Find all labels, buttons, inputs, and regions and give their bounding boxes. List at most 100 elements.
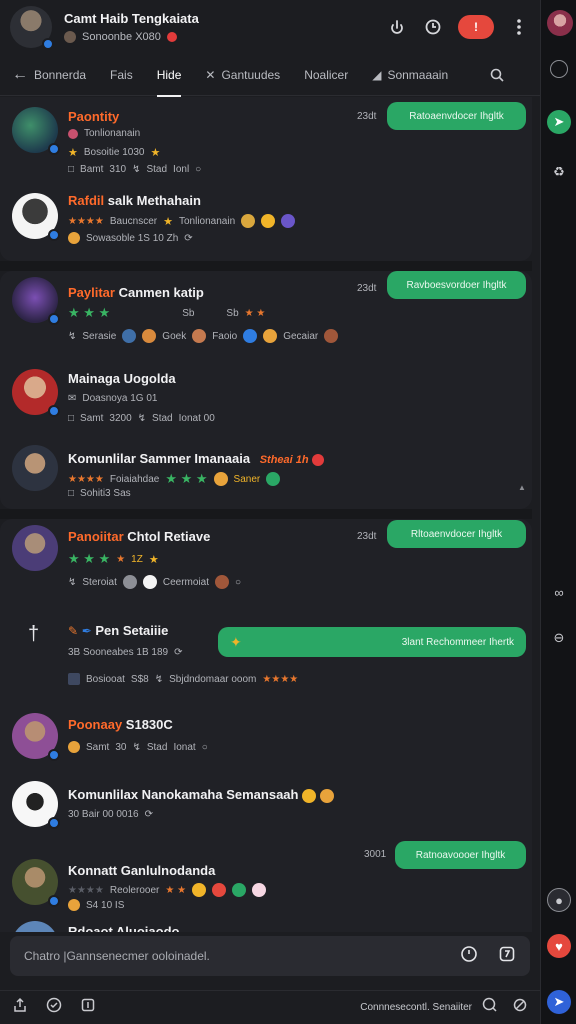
name-accent: Poonaay [68, 717, 123, 732]
name-text: Komunlilar Sammer Imanaaia [68, 451, 251, 466]
timer-icon[interactable] [460, 945, 478, 968]
user-avatar[interactable] [12, 921, 58, 932]
heart-icon[interactable]: ♥ [547, 934, 571, 958]
info-icon: ○ [201, 741, 208, 753]
list-item[interactable]: Rafdil salk Methahain ★★★★ Baucnscer ★ T… [0, 187, 532, 261]
reaction-icon [192, 883, 207, 897]
list-item[interactable]: Paylitar Canmen katip 23dt Ravboesvordoe… [0, 271, 532, 351]
minus-circle-icon[interactable]: ⊖ [547, 626, 571, 650]
reaction-icon [232, 883, 247, 897]
action-pill[interactable]: Ravboesvordoer Ihgltk [387, 271, 526, 299]
meta-line: ★★★★ Baucnscer ★ Tonlionanain [68, 214, 296, 228]
recycle-icon[interactable]: ♻ [547, 160, 571, 184]
meta-text: Reolerooer [109, 884, 160, 896]
live-button[interactable]: ! [458, 15, 494, 39]
call-icon[interactable] [386, 16, 408, 38]
tab-sonmaaain[interactable]: ◢ Sonmaaain [372, 54, 448, 96]
send-icon[interactable]: ➤ [547, 990, 571, 1014]
meta-line: Tonlionanain [68, 128, 140, 139]
tab-bonnerda[interactable]: ← Bonnerda [12, 54, 86, 96]
list-item[interactable]: † ✎ ✒ Pen Setaiiie ✦ 3lant Rechommeer Ih… [0, 615, 532, 705]
alert-icon [166, 32, 177, 42]
gift-icon[interactable] [80, 997, 96, 1018]
user-avatar[interactable] [12, 369, 60, 417]
meta-text: Sb [226, 307, 239, 319]
name-rest: Canmen katip [114, 285, 204, 300]
verified-badge [48, 313, 60, 325]
sender-name: ✎ ✒ Pen Setaiiie [68, 623, 168, 638]
more-icon[interactable] [508, 16, 530, 38]
user-avatar[interactable] [12, 713, 60, 761]
channel-avatar[interactable] [10, 6, 54, 50]
sender-name: Paontity [68, 109, 119, 124]
list-item[interactable]: Panoiitar Chtol Retiave 23dt Rltoaenvdoc… [0, 519, 532, 607]
tab-fais[interactable]: Fais [110, 54, 133, 96]
record-icon[interactable]: ● [547, 888, 571, 912]
user-avatar[interactable] [12, 525, 58, 571]
user-avatar[interactable] [12, 781, 60, 829]
search-icon[interactable] [490, 54, 504, 96]
stat-text: Samt [86, 741, 110, 753]
list-item[interactable]: Konnatt Ganlulnodanda 3001 Ratnoavoooer … [0, 841, 532, 915]
refresh-icon: ⟳ [184, 232, 193, 244]
rating-line: ★ ★ ★ Sb Sb ★ ★ [68, 305, 265, 321]
box-icon: □ [68, 413, 75, 424]
meta-text: Goek [162, 330, 187, 342]
tab-noalicer[interactable]: Noalicer [304, 54, 348, 96]
meta-text: 30 Bair 00 0016 [68, 809, 139, 820]
message-composer[interactable]: Chatro |Gannsenecmer ooloinadel. [10, 936, 530, 976]
attach-icon[interactable] [498, 945, 516, 968]
tab-hide[interactable]: Hide [156, 54, 181, 97]
compass-icon[interactable] [550, 60, 568, 78]
user-avatar[interactable] [12, 107, 60, 155]
divider [0, 509, 532, 519]
stat-text: Stad [146, 164, 168, 175]
stat-text: 310 [109, 164, 127, 175]
meta-text: Tonlionanain [178, 215, 236, 227]
action-pill[interactable]: Ratnoavoooer Ihgltk [395, 841, 526, 869]
user-avatar[interactable] [12, 193, 60, 241]
verified-badge [48, 143, 60, 155]
subtitle-text: Sonoonbe X080 [82, 31, 161, 43]
coin-icon [68, 899, 80, 911]
list-item[interactable]: Poonaay S1830C Samt 30 ↯ Stad Ionat ○ [0, 709, 532, 769]
list-item[interactable]: Mainaga Uogolda ✉ Doasnoya 1G 01 □ Samt … [0, 363, 532, 433]
user-avatar[interactable] [12, 445, 58, 491]
meta-line: Sowasoble 1S 10 Zh ⟳ [68, 232, 193, 244]
back-arrow-icon[interactable]: ← [12, 66, 28, 84]
stat-text: Ionat [173, 741, 196, 753]
list-item[interactable]: Paontity Tonlionanain ★ Bosoitie 1030 ★ … [0, 97, 532, 179]
reaction-icon [241, 214, 256, 228]
stat-text: 30 [115, 741, 127, 753]
action-pill[interactable]: ✦ 3lant Rechommeer Ihertk [218, 627, 526, 657]
name-accent: Rafdil [68, 193, 105, 208]
emoji-icon[interactable] [482, 997, 498, 1018]
rating-stars: ★ ★ [244, 307, 266, 319]
profile-avatar[interactable] [547, 10, 573, 36]
tab-label: Noalicer [304, 67, 349, 82]
message-group: Paontity Tonlionanain ★ Bosoitie 1030 ★ … [0, 97, 532, 261]
user-avatar[interactable] [12, 277, 60, 325]
rocket-icon[interactable]: ➤ [547, 110, 571, 134]
coin-icon [68, 232, 80, 244]
name-tail: Stheai 1h [259, 454, 309, 466]
list-item[interactable]: Komunlilar Sammer Imanaaia Stheai 1h ★★★… [0, 443, 532, 509]
reaction-icon [281, 214, 296, 228]
action-pill[interactable]: Ratoaenvdocer Ihgltk [387, 102, 526, 130]
pin-icon: ↯ [154, 673, 164, 685]
collapse-caret-icon[interactable]: ▲ [518, 483, 526, 492]
sender-name: Komunlilax Nanokamaha Semansaah [68, 787, 334, 803]
tab-gantuudes[interactable]: ✕ Gantuudes [205, 54, 280, 96]
settings-icon[interactable] [512, 997, 528, 1018]
share-icon[interactable] [12, 997, 28, 1018]
link-icon[interactable]: ∞ [547, 580, 571, 604]
action-pill[interactable]: Rltoaenvdocer Ihgltk [387, 520, 526, 548]
list-item[interactable]: Rdoaot Aluoiaodo [0, 919, 532, 932]
user-avatar[interactable] [12, 859, 60, 907]
sender-name: Poonaay S1830C [68, 717, 173, 732]
list-item[interactable]: Komunlilax Nanokamaha Semansaah 30 Bair … [0, 777, 532, 837]
message-list[interactable]: Paontity Tonlionanain ★ Bosoitie 1030 ★ … [0, 97, 540, 932]
check-circle-icon[interactable] [46, 997, 62, 1018]
reaction-avatar [122, 575, 137, 589]
clock-icon[interactable] [422, 16, 444, 38]
